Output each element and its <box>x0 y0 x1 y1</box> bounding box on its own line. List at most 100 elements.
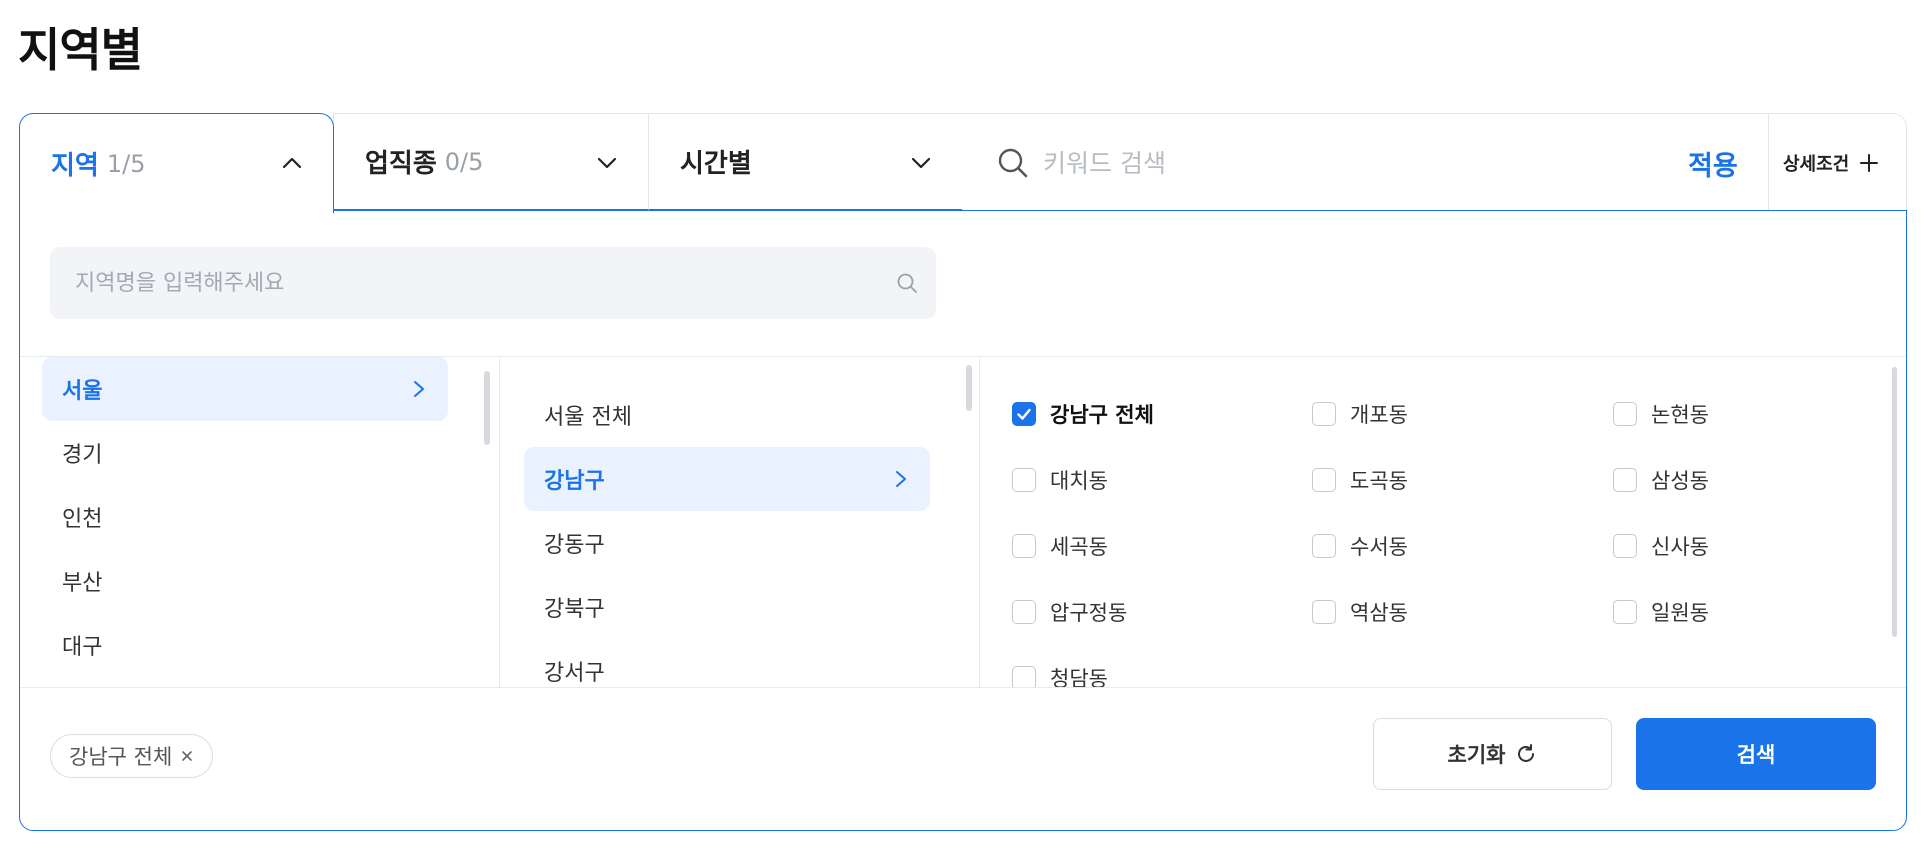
divider <box>1768 114 1769 210</box>
region-item[interactable]: 경기 <box>42 421 448 485</box>
scrollbar[interactable] <box>1892 367 1897 637</box>
chevron-right-icon <box>414 381 424 397</box>
checkbox[interactable] <box>1312 468 1336 492</box>
reset-button[interactable]: 초기화 <box>1373 718 1612 790</box>
reset-label: 초기화 <box>1447 743 1506 767</box>
checkbox[interactable] <box>1613 468 1637 492</box>
advanced-filter-label: 상세조건 <box>1783 154 1850 175</box>
region-search-input[interactable] <box>75 261 855 305</box>
district-item[interactable]: 강북구 <box>524 575 930 639</box>
chevron-right-icon <box>896 471 906 487</box>
region-item-label: 대구 <box>62 635 103 660</box>
search-icon[interactable] <box>896 272 918 294</box>
neighborhood-checkbox[interactable]: 논현동 <box>1613 399 1709 429</box>
region-item-label: 인천 <box>62 507 103 532</box>
checkbox-label: 세곡동 <box>1050 535 1108 559</box>
scrollbar[interactable] <box>484 371 490 445</box>
checkbox-label: 역삼동 <box>1350 601 1408 625</box>
district-item[interactable]: 서울 전체 <box>524 383 930 447</box>
plus-icon <box>1860 154 1879 172</box>
selected-chip: 강남구 전체 <box>50 734 214 778</box>
checkbox[interactable] <box>1012 468 1036 492</box>
district-item-gangnam[interactable]: 강남구 <box>524 447 930 511</box>
region-item-label: 경기 <box>62 443 103 468</box>
keyword-search-input[interactable] <box>1043 140 1643 186</box>
checkbox-label: 청담동 <box>1050 667 1108 687</box>
district-item[interactable]: 강동구 <box>524 511 930 575</box>
checkbox[interactable] <box>1012 666 1036 687</box>
district-item-label: 강서구 <box>544 661 605 686</box>
refresh-icon <box>1518 744 1535 762</box>
filter-tabs: 지역 1/5 업직종 0/5 시간별 적용 상세조건 <box>19 113 1907 213</box>
neighborhood-checkbox[interactable]: 청담동 <box>1012 663 1108 687</box>
checkbox[interactable] <box>1312 534 1336 558</box>
scrollbar[interactable] <box>966 365 972 411</box>
neighborhood-checkbox[interactable]: 삼성동 <box>1613 465 1709 495</box>
checkbox[interactable] <box>1312 600 1336 624</box>
region-item-seoul[interactable]: 서울 <box>42 357 448 421</box>
checkbox-label: 수서동 <box>1350 535 1408 559</box>
region-item[interactable]: 부산 <box>42 549 448 613</box>
region-item-label: 부산 <box>62 571 103 596</box>
tab-time-label: 시간별 <box>680 149 752 179</box>
district-item-label: 강남구 <box>544 469 605 494</box>
checkbox-label: 압구정동 <box>1050 601 1128 625</box>
tab-industry-label: 업직종 <box>365 149 437 179</box>
neighborhood-checkbox[interactable]: 신사동 <box>1613 531 1709 561</box>
tab-industry[interactable]: 업직종 0/5 <box>333 113 649 211</box>
neighborhood-grid: 강남구 전체 개포동 논현동 대치동 도곡동 삼성동 세곡동 수서동 신사동 압… <box>980 357 1906 687</box>
checkbox[interactable] <box>1312 402 1336 426</box>
checkbox-label: 일원동 <box>1651 601 1709 625</box>
checkbox[interactable] <box>1012 534 1036 558</box>
apply-button[interactable]: 적용 <box>1678 136 1748 190</box>
advanced-filter-button[interactable]: 상세조건 <box>1783 136 1879 190</box>
tab-region[interactable]: 지역 1/5 <box>19 113 334 213</box>
tab-region-count: 1/5 <box>106 149 146 178</box>
region-list: 서울 경기 인천 부산 대구 <box>20 357 500 687</box>
region-search-box <box>50 247 936 319</box>
chevron-down-icon <box>597 157 617 169</box>
checkbox-label: 개포동 <box>1350 403 1408 427</box>
neighborhood-checkbox[interactable]: 세곡동 <box>1012 531 1108 561</box>
checkbox-label: 대치동 <box>1050 469 1108 493</box>
checkbox[interactable] <box>1613 600 1637 624</box>
neighborhood-checkbox[interactable]: 개포동 <box>1312 399 1408 429</box>
neighborhood-checkbox[interactable]: 수서동 <box>1312 531 1408 561</box>
selected-chip-label: 강남구 전체 <box>69 745 173 769</box>
filter-panel: 지역 1/5 업직종 0/5 시간별 적용 상세조건 <box>19 113 1907 831</box>
checkbox[interactable] <box>1613 534 1637 558</box>
neighborhood-checkbox[interactable]: 강남구 전체 <box>1012 399 1154 429</box>
checkbox[interactable] <box>1012 402 1036 426</box>
tab-time[interactable]: 시간별 <box>648 113 963 211</box>
region-item[interactable]: 대구 <box>42 613 448 677</box>
checkbox-label: 논현동 <box>1651 403 1709 427</box>
checkbox-label: 강남구 전체 <box>1050 403 1154 427</box>
page-title: 지역별 <box>18 23 143 77</box>
neighborhood-checkbox[interactable]: 역삼동 <box>1312 597 1408 627</box>
neighborhood-checkbox[interactable]: 일원동 <box>1613 597 1709 627</box>
region-item[interactable]: 인천 <box>42 485 448 549</box>
region-dropdown: 서울 경기 인천 부산 대구 서울 전체 강남구 강동구 강북구 강서구 강남구… <box>19 210 1907 831</box>
district-item-label: 강동구 <box>544 533 605 558</box>
search-icon <box>998 148 1028 178</box>
district-item-label: 서울 전체 <box>544 405 632 430</box>
checkbox-label: 신사동 <box>1651 535 1709 559</box>
tab-industry-count: 0/5 <box>444 147 484 176</box>
neighborhood-checkbox[interactable]: 도곡동 <box>1312 465 1408 495</box>
neighborhood-checkbox[interactable]: 압구정동 <box>1012 597 1127 627</box>
keyword-search-bar: 적용 상세조건 <box>962 113 1907 211</box>
checkbox-label: 도곡동 <box>1350 469 1408 493</box>
region-item-label: 서울 <box>62 379 103 404</box>
tab-region-label: 지역 <box>51 151 99 181</box>
search-button[interactable]: 검색 <box>1636 718 1876 790</box>
checkbox-label: 삼성동 <box>1651 469 1709 493</box>
checkbox[interactable] <box>1613 402 1637 426</box>
close-icon[interactable] <box>180 749 194 763</box>
chevron-up-icon <box>282 157 302 169</box>
neighborhood-checkbox[interactable]: 대치동 <box>1012 465 1108 495</box>
district-item-label: 강북구 <box>544 597 605 622</box>
checkbox[interactable] <box>1012 600 1036 624</box>
chevron-down-icon <box>911 157 931 169</box>
district-list: 서울 전체 강남구 강동구 강북구 강서구 <box>500 357 980 687</box>
district-item[interactable]: 강서구 <box>524 639 930 687</box>
